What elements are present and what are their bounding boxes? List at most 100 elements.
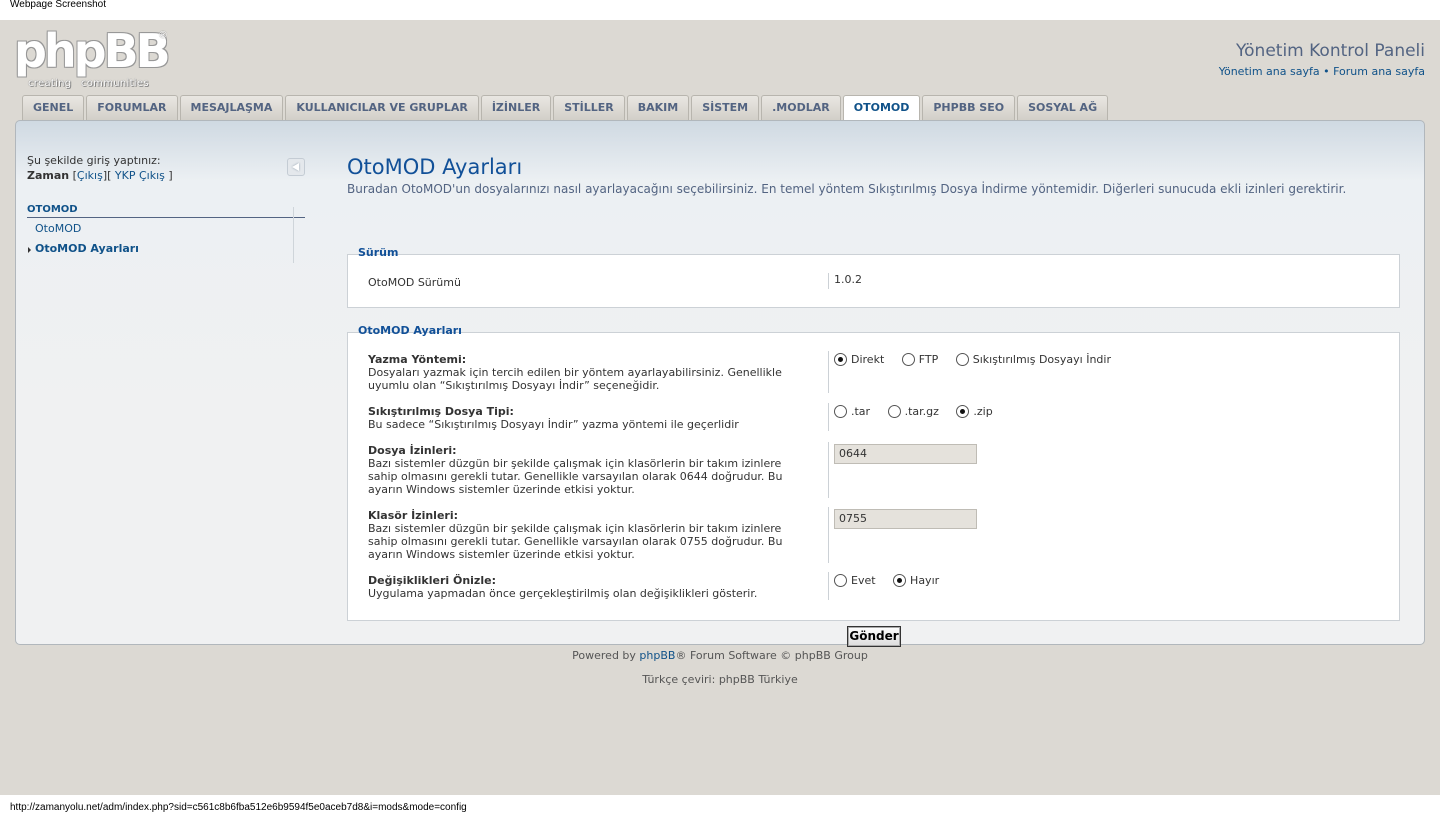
phpbb-link[interactable]: phpBB [639, 649, 675, 662]
logout-link[interactable]: Çıkış [77, 169, 103, 182]
dir-perms-input[interactable]: 0755 [834, 509, 977, 529]
radio-label: Hayır [910, 574, 940, 587]
tab-stiller[interactable]: STİLLER [553, 95, 625, 120]
write-method-options: Direkt FTP Sıkıştırılmış Dosyayı İndir [828, 351, 1125, 393]
footer-translation: Türkçe çeviri: phpBB Türkiye [0, 673, 1440, 686]
radio-label: Evet [851, 574, 876, 587]
preview-title: Değişiklikleri Önizle: [368, 574, 496, 587]
write-method-title: Yazma Yöntemi: [368, 353, 467, 366]
file-perms-title: Dosya İzinleri: [368, 444, 457, 457]
tab-otomod[interactable]: OTOMOD [842, 95, 921, 121]
tab-mesajlasma[interactable]: MESAJLAŞMA [179, 95, 284, 120]
radio-zip[interactable]: .zip [956, 405, 993, 418]
tab-modlar[interactable]: .MODLAR [761, 95, 841, 120]
logo-text: phpBB [14, 24, 171, 78]
acp-page: phpBB ® creating communities Yönetim Kon… [0, 20, 1440, 795]
collapse-sidebar-button[interactable] [287, 158, 305, 176]
file-perms-label: Dosya İzinleri: Bazı sistemler düzgün bi… [368, 444, 808, 496]
radio-selected-icon [834, 353, 847, 366]
version-value: 1.0.2 [828, 273, 862, 289]
write-method-explain: Dosyaları yazmak için tercih edilen bir … [368, 366, 782, 392]
sidebar-item-otomod-settings[interactable]: OtoMOD Ayarları [27, 238, 305, 258]
tab-sistem[interactable]: SİSTEM [691, 95, 760, 120]
compress-type-options: .tar .tar.gz .zip [828, 403, 1007, 431]
tab-kullanicilar[interactable]: KULLANICILAR VE GRUPLAR [285, 95, 479, 120]
radio-icon [887, 405, 901, 418]
write-method-label: Yazma Yöntemi: Dosyaları yazmak için ter… [368, 353, 808, 392]
radio-compressed-download[interactable]: Sıkıştırılmış Dosyayı İndir [955, 353, 1111, 366]
radio-selected-icon [893, 574, 907, 587]
settings-legend: OtoMOD Ayarları [358, 324, 462, 337]
radio-ftp[interactable]: FTP [901, 353, 939, 366]
radio-icon [955, 353, 969, 366]
logo-tagline: creating communities [28, 78, 149, 89]
content-title: OtoMOD Ayarları [347, 155, 523, 179]
dir-perms-title: Klasör İzinleri: [368, 509, 458, 522]
compress-type-title: Sıkıştırılmış Dosya Tipi: [368, 405, 514, 418]
content-description: Buradan OtoMOD'un dosyalarınızı nasıl ay… [347, 182, 1347, 196]
radio-hayir[interactable]: Hayır [893, 574, 939, 587]
compress-type-explain: Bu sadece “Sıkıştırılmış Dosyayı İndir” … [368, 418, 739, 431]
file-perms-cell: 0644 [828, 442, 977, 498]
bracket: ] [168, 169, 173, 182]
header-links: Yönetim ana sayfa • Forum ana sayfa [1219, 65, 1425, 78]
version-legend: Sürüm [358, 246, 399, 259]
arrow-left-icon [292, 163, 299, 171]
version-fieldset: Sürüm OtoMOD Sürümü 1.0.2 [347, 246, 1400, 308]
compress-type-label: Sıkıştırılmış Dosya Tipi: Bu sadece “Sık… [368, 405, 808, 431]
radio-label: .tar.gz [904, 405, 939, 418]
file-perms-explain: Bazı sistemler düzgün bir şekilde çalışm… [368, 457, 783, 496]
tab-phpbb-seo[interactable]: PHPBB SEO [922, 95, 1016, 120]
acp-logout-link[interactable]: YKP Çıkış [115, 169, 165, 182]
version-label: OtoMOD Sürümü [368, 276, 461, 289]
dir-perms-cell: 0755 [828, 507, 977, 563]
preview-explain: Uygulama yapmadan önce gerçekleştirilmiş… [368, 587, 758, 600]
main-panel: Şu şekilde giriş yaptınız: Zaman [Çıkış]… [15, 120, 1425, 647]
radio-icon [834, 574, 847, 587]
tab-sosyal-ag[interactable]: SOSYAL AĞ [1017, 95, 1109, 120]
radio-label: Sıkıştırılmış Dosyayı İndir [972, 353, 1111, 366]
radio-icon [834, 405, 847, 418]
preview-label: Değişiklikleri Önizle: Uygulama yapmadan… [368, 574, 808, 600]
phpbb-logo[interactable]: phpBB ® creating communities [14, 24, 171, 89]
logged-in-user: Zaman [Çıkış][ YKP Çıkış ] [27, 168, 305, 183]
file-perms-input[interactable]: 0644 [834, 444, 977, 464]
radio-tar-gz[interactable]: .tar.gz [887, 405, 939, 418]
tab-genel[interactable]: GENEL [22, 95, 85, 120]
radio-direkt[interactable]: Direkt [834, 353, 884, 366]
radio-evet[interactable]: Evet [834, 574, 876, 587]
footer-powered: Powered by phpBB® Forum Software © phpBB… [0, 649, 1440, 662]
sidebar-item-otomod[interactable]: OtoMOD [27, 218, 305, 238]
radio-icon [901, 353, 915, 366]
logo-registered-mark: ® [158, 30, 168, 41]
logged-in-label: Şu şekilde giriş yaptınız: [27, 154, 161, 167]
sidebar-section-title: OTOMOD [27, 202, 305, 218]
tab-bakim[interactable]: BAKIM [626, 95, 690, 120]
main-content: OtoMOD Ayarları Buradan OtoMOD'un dosyal… [347, 155, 1402, 647]
radio-label: .zip [973, 405, 993, 418]
tab-forumlar[interactable]: FORUMLAR [86, 95, 178, 120]
version-row: OtoMOD Sürümü 1.0.2 [348, 273, 1399, 293]
main-tabs: GENEL FORUMLAR MESAJLAŞMA KULLANICILAR V… [22, 95, 1109, 121]
submit-button[interactable]: Gönder [847, 626, 901, 647]
powered-suffix: ® Forum Software © phpBB Group [675, 649, 868, 662]
dir-perms-label: Klasör İzinleri: Bazı sistemler düzgün b… [368, 509, 808, 561]
dir-perms-explain: Bazı sistemler düzgün bir şekilde çalışm… [368, 522, 783, 561]
radio-selected-icon [956, 405, 970, 418]
link-separator: • [1323, 65, 1330, 78]
screenshot-label: Webpage Screenshot [10, 0, 106, 10]
translation-link[interactable]: phpBB Türkiye [719, 673, 798, 686]
radio-label: FTP [918, 353, 939, 366]
acp-home-link[interactable]: Yönetim ana sayfa [1219, 65, 1320, 78]
radio-tar[interactable]: .tar [834, 405, 870, 418]
radio-label: Direkt [851, 353, 885, 366]
preview-options: Evet Hayır [828, 572, 953, 600]
forum-home-link[interactable]: Forum ana sayfa [1333, 65, 1425, 78]
translation-prefix: Türkçe çeviri: [642, 673, 716, 686]
page-title: Yönetim Kontrol Paneli [1236, 41, 1425, 61]
settings-fieldset: OtoMOD Ayarları Yazma Yöntemi: Dosyaları… [347, 324, 1400, 621]
tab-izinler[interactable]: İZİNLER [480, 95, 552, 120]
radio-label: .tar [851, 405, 871, 418]
sidebar: Şu şekilde giriş yaptınız: Zaman [Çıkış]… [27, 153, 305, 258]
sidebar-divider [293, 207, 294, 263]
